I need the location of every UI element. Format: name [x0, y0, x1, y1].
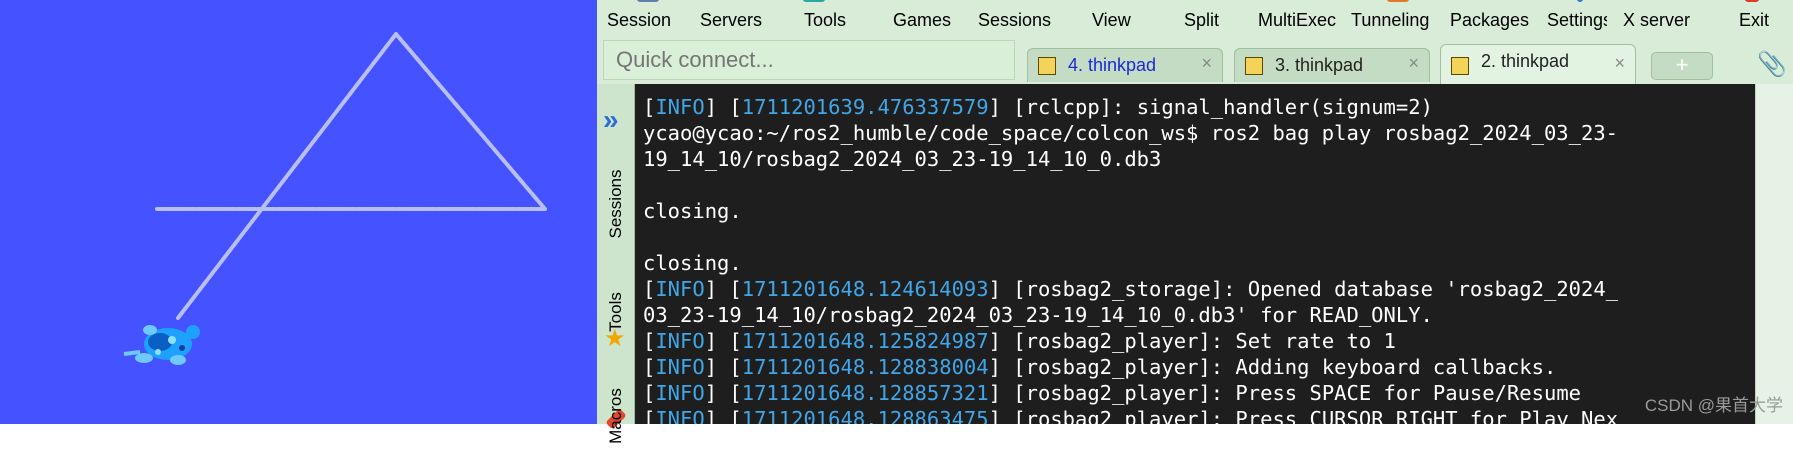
- terminal-line: [INFO] [1711201648.125824987] [rosbag2_p…: [643, 328, 1755, 354]
- plus-icon: +: [1675, 52, 1689, 77]
- menu-settings[interactable]: Settings: [1547, 10, 1607, 31]
- menu-packages[interactable]: Packages: [1450, 10, 1529, 31]
- tunneling-icon: [1387, 0, 1409, 2]
- menu-xserver[interactable]: X server: [1623, 10, 1690, 31]
- terminal-key-icon: [1451, 57, 1469, 75]
- tab-label: 3. thinkpad: [1275, 55, 1364, 75]
- close-icon[interactable]: ×: [1408, 53, 1419, 74]
- terminal-line: closing.: [643, 199, 742, 223]
- log-text: [: [643, 95, 656, 119]
- terminal-line: ycao@ycao:~/ros2_humble/code_space/colco…: [643, 121, 1619, 145]
- turtle-trail-drawing: [123, 32, 547, 365]
- terminal-output[interactable]: [INFO] [1711201639.476337579] [rclcpp]: …: [635, 84, 1755, 424]
- log-level: INFO: [655, 407, 705, 424]
- terminal-line: [INFO] [1711201648.124614093] [rosbag2_s…: [643, 276, 1755, 302]
- log-text: ] [rosbag2_player]: Press CURSOR_RIGHT f…: [988, 407, 1619, 424]
- menu-view[interactable]: View: [1092, 10, 1131, 31]
- terminal-key-icon: [1245, 57, 1263, 75]
- tab-2-thinkpad[interactable]: 2. thinkpad ×: [1440, 44, 1636, 86]
- log-text: [: [643, 277, 656, 301]
- terminal-line: [INFO] [1711201648.128863475] [rosbag2_p…: [643, 406, 1755, 424]
- log-level: INFO: [655, 329, 705, 353]
- terminal-line: 19_14_10/rosbag2_2024_03_23-19_14_10_0.d…: [643, 147, 1162, 171]
- log-text: ] [: [704, 95, 742, 119]
- terminal-line: [INFO] [1711201648.128857321] [rosbag2_p…: [643, 380, 1755, 406]
- menu-tools[interactable]: Tools: [804, 10, 846, 31]
- terminal-key-icon: [1038, 57, 1056, 75]
- double-chevron-right-icon[interactable]: »: [603, 104, 619, 136]
- terminal-line: closing.: [643, 251, 742, 275]
- sidebar: » Sessions ★ Tools Macros: [597, 84, 635, 444]
- log-text: ] [: [704, 277, 742, 301]
- log-text: [: [643, 329, 656, 353]
- mobaxterm-window: Session Servers Tools Games Sessions Vie…: [597, 0, 1793, 444]
- tab-3-thinkpad[interactable]: 3. thinkpad ×: [1234, 48, 1430, 82]
- tab-label: 4. thinkpad: [1068, 55, 1157, 75]
- close-icon[interactable]: ×: [1614, 53, 1625, 74]
- log-level: INFO: [655, 381, 705, 405]
- menubar: Session Servers Tools Games Sessions Vie…: [597, 0, 1793, 40]
- log-text: ] [rclcpp]: signal_handler(signum=2): [988, 95, 1433, 119]
- log-text: [: [643, 381, 656, 405]
- menu-sessions[interactable]: Sessions: [978, 10, 1051, 31]
- new-tab-button[interactable]: +: [1651, 52, 1713, 80]
- exit-icon: [1745, 0, 1759, 2]
- sidebar-tab-sessions[interactable]: Sessions: [606, 161, 626, 247]
- menu-session[interactable]: Session: [607, 10, 671, 31]
- menu-games[interactable]: Games: [893, 10, 951, 31]
- log-timestamp: 1711201648.124614093: [741, 277, 989, 301]
- log-timestamp: 1711201639.476337579: [741, 95, 989, 119]
- sidebar-tab-tools[interactable]: Tools: [606, 269, 626, 355]
- log-text: ] [rosbag2_player]: Press SPACE for Paus…: [988, 381, 1582, 405]
- paperclip-icon[interactable]: 📎: [1757, 50, 1787, 79]
- log-level: INFO: [655, 95, 705, 119]
- log-text: ] [rosbag2_storage]: Opened database 'ro…: [988, 277, 1619, 301]
- terminal-scrollbar[interactable]: [1755, 84, 1793, 424]
- log-text: [: [643, 355, 656, 379]
- menu-tunneling[interactable]: Tunneling: [1351, 10, 1429, 31]
- quick-connect-input[interactable]: [603, 40, 1015, 80]
- log-timestamp: 1711201648.128838004: [741, 355, 989, 379]
- settings-icon: [1577, 0, 1583, 2]
- menu-exit[interactable]: Exit: [1739, 10, 1769, 31]
- menu-split[interactable]: Split: [1184, 10, 1219, 31]
- log-text: ] [: [704, 407, 742, 424]
- log-text: ] [rosbag2_player]: Adding keyboard call…: [988, 355, 1557, 379]
- log-text: ] [: [704, 381, 742, 405]
- menu-multiexec[interactable]: MultiExec: [1258, 10, 1336, 31]
- turtle-icon: [123, 325, 200, 365]
- log-timestamp: 1711201648.128857321: [741, 381, 989, 405]
- sidebar-tab-macros[interactable]: Macros: [606, 373, 626, 459]
- trail-triangle-right: [394, 32, 547, 211]
- terminal-line: 03_23-19_14_10/rosbag2_2024_03_23-19_14_…: [643, 303, 1433, 327]
- tab-4-thinkpad[interactable]: 4. thinkpad ×: [1027, 48, 1223, 82]
- log-timestamp: 1711201648.125824987: [741, 329, 989, 353]
- log-text: ] [rosbag2_player]: Set rate to 1: [988, 329, 1396, 353]
- tab-label: 2. thinkpad: [1481, 51, 1570, 71]
- terminal-line: [INFO] [1711201648.128838004] [rosbag2_p…: [643, 354, 1755, 380]
- log-level: INFO: [655, 277, 705, 301]
- terminal-line: [INFO] [1711201639.476337579] [rclcpp]: …: [643, 94, 1755, 120]
- turtlesim-canvas: [0, 0, 597, 424]
- tools-icon: [803, 0, 825, 2]
- close-icon[interactable]: ×: [1201, 53, 1212, 74]
- menu-servers[interactable]: Servers: [700, 10, 762, 31]
- watermark: CSDN @果首大学: [1644, 396, 1783, 415]
- session-icon: [637, 0, 659, 2]
- trail-diagonal-line: [176, 32, 398, 320]
- log-timestamp: 1711201648.128863475: [741, 407, 989, 424]
- log-level: INFO: [655, 355, 705, 379]
- log-text: ] [: [704, 329, 742, 353]
- log-text: [: [643, 407, 656, 424]
- log-text: ] [: [704, 355, 742, 379]
